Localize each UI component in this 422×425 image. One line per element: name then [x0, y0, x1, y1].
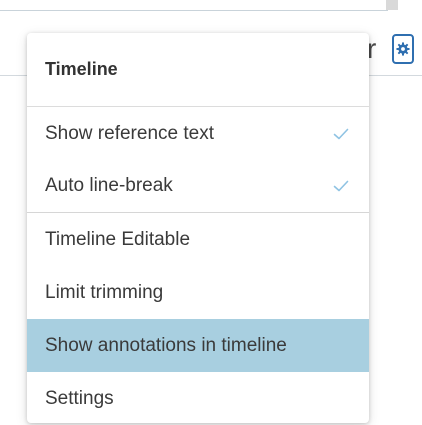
background-divider-top — [0, 10, 388, 11]
gear-icon — [396, 42, 410, 56]
checkmark-icon — [333, 128, 349, 140]
menu-item-label: Auto line-break — [45, 175, 173, 196]
menu-title: Timeline — [27, 33, 369, 107]
menu-item-label: Limit trimming — [45, 281, 164, 303]
menu-item-limit-trimming[interactable]: Limit trimming — [27, 266, 369, 319]
menu-item-label: Show annotations in timeline — [45, 334, 287, 356]
menu-item-auto-line-break[interactable]: Auto line-break — [27, 160, 369, 213]
checkmark-icon — [333, 180, 349, 192]
app-stage: r Timeline Show reference text Auto line… — [0, 0, 422, 425]
menu-item-label: Show reference text — [45, 122, 214, 144]
menu-item-timeline-editable[interactable]: Timeline Editable — [27, 213, 369, 266]
background-tab-fragment — [386, 0, 398, 10]
menu-item-settings[interactable]: Settings — [27, 372, 369, 423]
settings-gear-button[interactable] — [392, 34, 414, 64]
background-text-fragment: r — [367, 34, 377, 64]
timeline-dropdown-menu: Timeline Show reference text Auto line-b… — [27, 33, 369, 423]
menu-item-show-annotations-in-timeline[interactable]: Show annotations in timeline — [27, 319, 369, 372]
menu-item-label: Timeline Editable — [45, 228, 191, 250]
menu-item-show-reference-text[interactable]: Show reference text — [27, 107, 369, 160]
menu-item-label: Settings — [45, 387, 114, 409]
